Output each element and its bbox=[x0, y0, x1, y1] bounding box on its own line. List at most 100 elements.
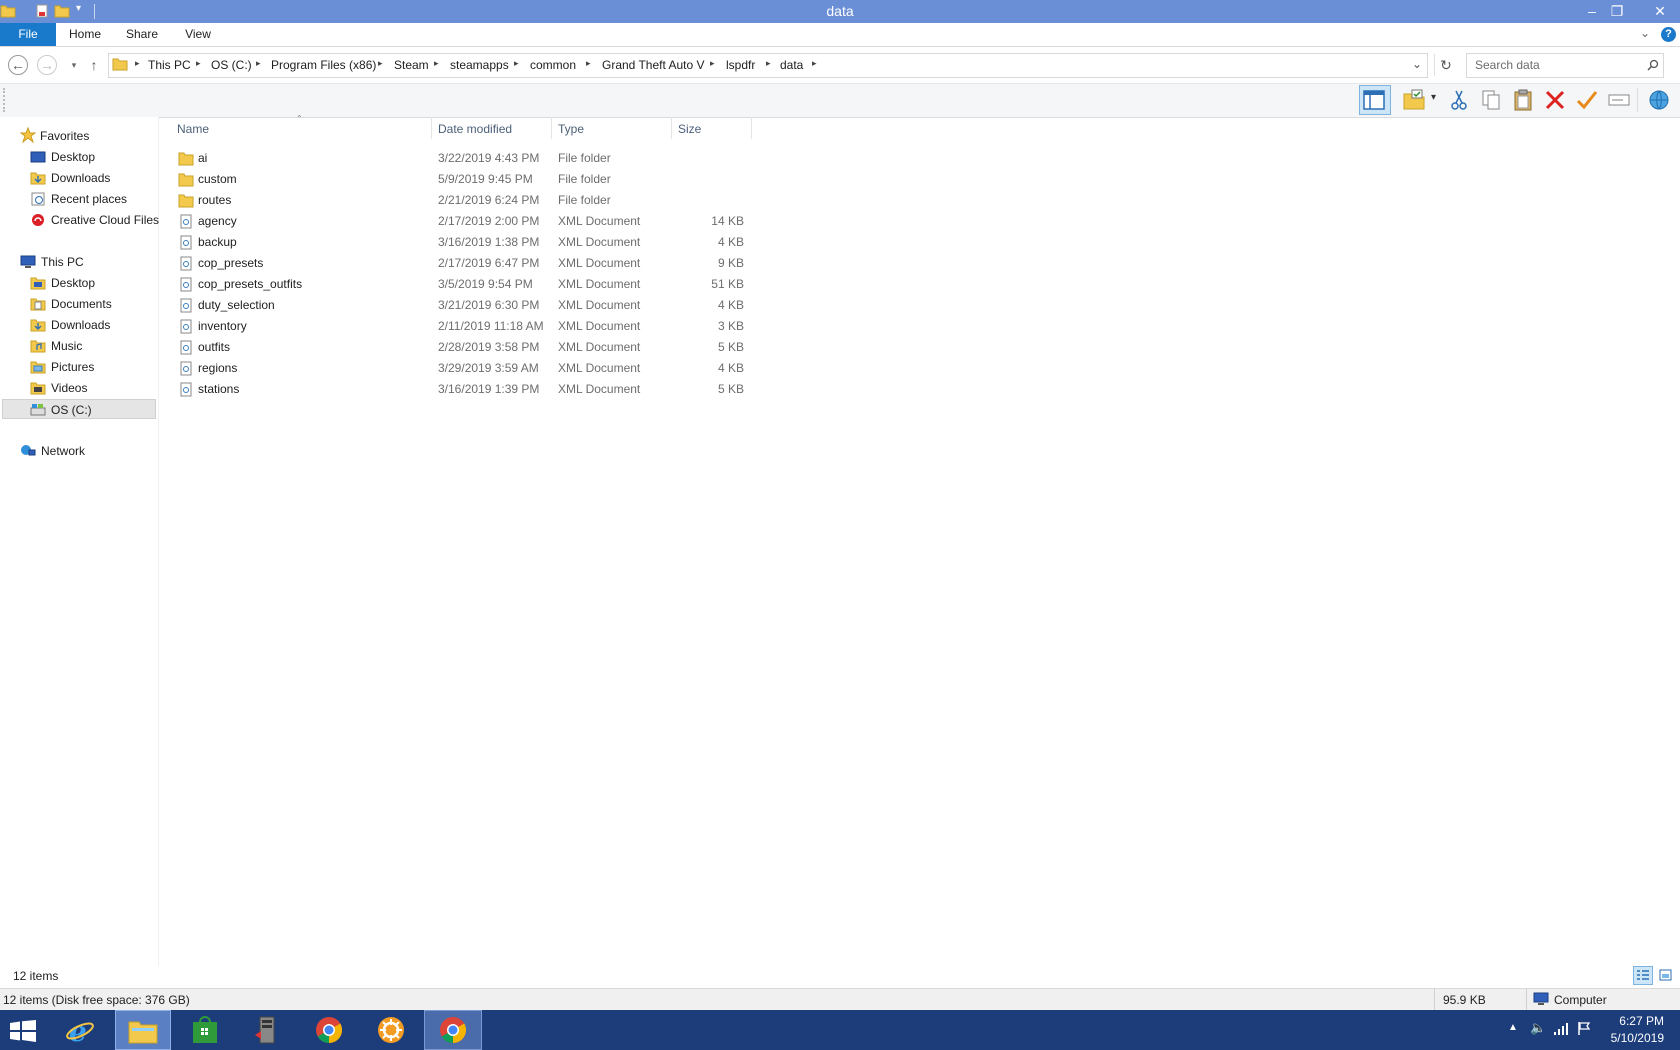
up-icon[interactable]: ↑ bbox=[83, 54, 105, 76]
breadcrumb-steamapps[interactable]: steamapps bbox=[450, 58, 509, 72]
breadcrumb-gtav[interactable]: Grand Theft Auto V bbox=[602, 58, 705, 72]
taskbar-app-tower[interactable] bbox=[240, 1010, 296, 1050]
column-header-size[interactable]: Size bbox=[678, 122, 701, 136]
breadcrumb-separator[interactable]: ▸ bbox=[256, 58, 261, 69]
column-divider[interactable] bbox=[671, 117, 672, 139]
nav-network[interactable]: Network bbox=[0, 441, 150, 461]
column-divider[interactable] bbox=[431, 117, 432, 139]
back-icon[interactable]: ← bbox=[8, 55, 28, 75]
toolbar-grip[interactable] bbox=[3, 88, 7, 112]
taskbar-app-orange[interactable] bbox=[364, 1010, 420, 1050]
column-header-name[interactable]: Name bbox=[177, 122, 209, 136]
taskbar-chrome[interactable] bbox=[302, 1010, 358, 1050]
column-divider[interactable] bbox=[751, 117, 752, 139]
breadcrumb-separator[interactable]: ▸ bbox=[135, 58, 140, 69]
recent-locations-icon[interactable]: ▾ bbox=[63, 54, 85, 76]
file-row-xml[interactable]: inventory 2/11/2019 11:18 AM XML Documen… bbox=[158, 316, 758, 337]
column-header-type[interactable]: Type bbox=[558, 122, 584, 136]
rename-icon[interactable] bbox=[1607, 88, 1631, 112]
cut-icon[interactable] bbox=[1447, 88, 1471, 112]
breadcrumb-separator[interactable]: ▸ bbox=[586, 58, 591, 69]
file-row-folder[interactable]: routes 2/21/2019 6:24 PM File folder bbox=[158, 190, 758, 211]
nav-fav-creative-cloud[interactable]: Creative Cloud Files bbox=[0, 210, 159, 230]
restore-button[interactable]: ❐ bbox=[1601, 0, 1633, 23]
nav-fav-recent-places[interactable]: Recent places bbox=[0, 189, 150, 209]
layout-icon[interactable] bbox=[1402, 88, 1426, 112]
file-row-folder[interactable]: custom 5/9/2019 9:45 PM File folder bbox=[158, 169, 758, 190]
file-row-xml[interactable]: duty_selection 3/21/2019 6:30 PM XML Doc… bbox=[158, 295, 758, 316]
close-button[interactable]: ✕ bbox=[1640, 0, 1680, 23]
breadcrumb-os-c[interactable]: OS (C:) bbox=[211, 58, 252, 72]
nav-fav-desktop[interactable]: Desktop bbox=[0, 147, 150, 167]
nav-pc-pictures[interactable]: Pictures bbox=[0, 357, 150, 377]
refresh-icon[interactable]: ↻ bbox=[1436, 56, 1456, 74]
file-type: XML Document bbox=[558, 361, 641, 375]
network-globe-icon[interactable] bbox=[1647, 88, 1671, 112]
nav-pc-documents[interactable]: Documents bbox=[0, 294, 150, 314]
file-row-folder[interactable]: ai 3/22/2019 4:43 PM File folder bbox=[158, 148, 758, 169]
breadcrumb-data[interactable]: data bbox=[780, 58, 803, 72]
breadcrumb-separator[interactable]: ▸ bbox=[514, 58, 519, 69]
taskbar-store[interactable] bbox=[178, 1010, 234, 1050]
file-row-xml[interactable]: cop_presets 2/17/2019 6:47 PM XML Docume… bbox=[158, 253, 758, 274]
large-icons-view-button[interactable] bbox=[1656, 966, 1676, 985]
checkmark-icon[interactable] bbox=[1575, 88, 1599, 112]
file-row-xml[interactable]: outfits 2/28/2019 3:58 PM XML Document 5… bbox=[158, 337, 758, 358]
help-icon[interactable]: ? bbox=[1661, 27, 1676, 42]
downloads-folder-icon bbox=[30, 172, 46, 185]
tab-view[interactable]: View bbox=[176, 23, 220, 46]
breadcrumb-this-pc[interactable]: This PC bbox=[148, 58, 191, 72]
tab-home[interactable]: Home bbox=[62, 23, 108, 46]
details-view-button[interactable] bbox=[1633, 966, 1653, 985]
nav-pc-videos[interactable]: Videos bbox=[0, 378, 150, 398]
clock-time[interactable]: 6:27 PM bbox=[1600, 1014, 1664, 1028]
file-row-xml[interactable]: cop_presets_outfits 3/5/2019 9:54 PM XML… bbox=[158, 274, 758, 295]
search-icon[interactable] bbox=[1647, 59, 1659, 71]
nav-fav-downloads[interactable]: Downloads bbox=[0, 168, 150, 188]
large-icons-view-icon bbox=[1659, 969, 1672, 981]
nav-favorites[interactable]: Favorites bbox=[0, 126, 150, 146]
taskbar-file-explorer[interactable] bbox=[115, 1010, 171, 1050]
nav-pc-music[interactable]: Music bbox=[0, 336, 150, 356]
breadcrumb-steam[interactable]: Steam bbox=[394, 58, 429, 72]
file-row-xml[interactable]: stations 3/16/2019 1:39 PM XML Document … bbox=[158, 379, 758, 400]
taskbar-internet-explorer[interactable]: e bbox=[53, 1010, 109, 1050]
start-button[interactable] bbox=[0, 1010, 46, 1050]
clock-date[interactable]: 5/10/2019 bbox=[1600, 1031, 1664, 1045]
tab-share[interactable]: Share bbox=[118, 23, 166, 46]
tab-file[interactable]: File bbox=[0, 23, 56, 46]
file-row-xml[interactable]: regions 3/29/2019 3:59 AM XML Document 4… bbox=[158, 358, 758, 379]
address-history-icon[interactable]: ⌄ bbox=[1412, 57, 1422, 71]
nav-pc-downloads[interactable]: Downloads bbox=[0, 315, 150, 335]
breadcrumb-separator[interactable]: ▸ bbox=[378, 58, 383, 69]
breadcrumb-separator[interactable]: ▸ bbox=[434, 58, 439, 69]
column-divider[interactable] bbox=[551, 117, 552, 139]
breadcrumb-program-files[interactable]: Program Files (x86) bbox=[271, 58, 376, 72]
file-size: 5 KB bbox=[717, 382, 744, 396]
taskbar-chrome-active[interactable] bbox=[424, 1010, 482, 1050]
wifi-signal-icon[interactable] bbox=[1553, 1022, 1569, 1036]
breadcrumb-separator[interactable]: ▸ bbox=[710, 58, 715, 69]
breadcrumb-separator[interactable]: ▸ bbox=[766, 58, 771, 69]
layout-dropdown-icon[interactable]: ▾ bbox=[1431, 92, 1436, 103]
column-header-date[interactable]: Date modified bbox=[438, 122, 512, 136]
file-name: agency bbox=[198, 214, 237, 228]
folder-icon bbox=[178, 152, 194, 166]
breadcrumb-separator[interactable]: ▸ bbox=[812, 58, 817, 69]
breadcrumb-lspdfr[interactable]: lspdfr bbox=[726, 58, 755, 72]
file-row-xml[interactable]: backup 3/16/2019 1:38 PM XML Document 4 … bbox=[158, 232, 758, 253]
delete-icon[interactable] bbox=[1543, 88, 1567, 112]
expand-ribbon-icon[interactable]: ⌄ bbox=[1640, 26, 1650, 40]
action-center-flag-icon[interactable] bbox=[1577, 1021, 1591, 1036]
show-hidden-icons-icon[interactable]: ▲ bbox=[1508, 1022, 1518, 1033]
nav-this-pc[interactable]: This PC bbox=[0, 252, 150, 272]
paste-icon[interactable] bbox=[1511, 88, 1535, 112]
file-row-xml[interactable]: agency 2/17/2019 2:00 PM XML Document 14… bbox=[158, 211, 758, 232]
copy-icon[interactable] bbox=[1479, 88, 1503, 112]
breadcrumb-separator[interactable]: ▸ bbox=[196, 58, 201, 69]
breadcrumb-common[interactable]: common bbox=[530, 58, 576, 72]
nav-pc-desktop[interactable]: Desktop bbox=[0, 273, 150, 293]
forward-icon[interactable]: → bbox=[37, 55, 57, 75]
volume-icon[interactable]: 🔈 bbox=[1530, 1020, 1546, 1036]
nav-pc-os-c[interactable]: OS (C:) bbox=[2, 399, 156, 419]
